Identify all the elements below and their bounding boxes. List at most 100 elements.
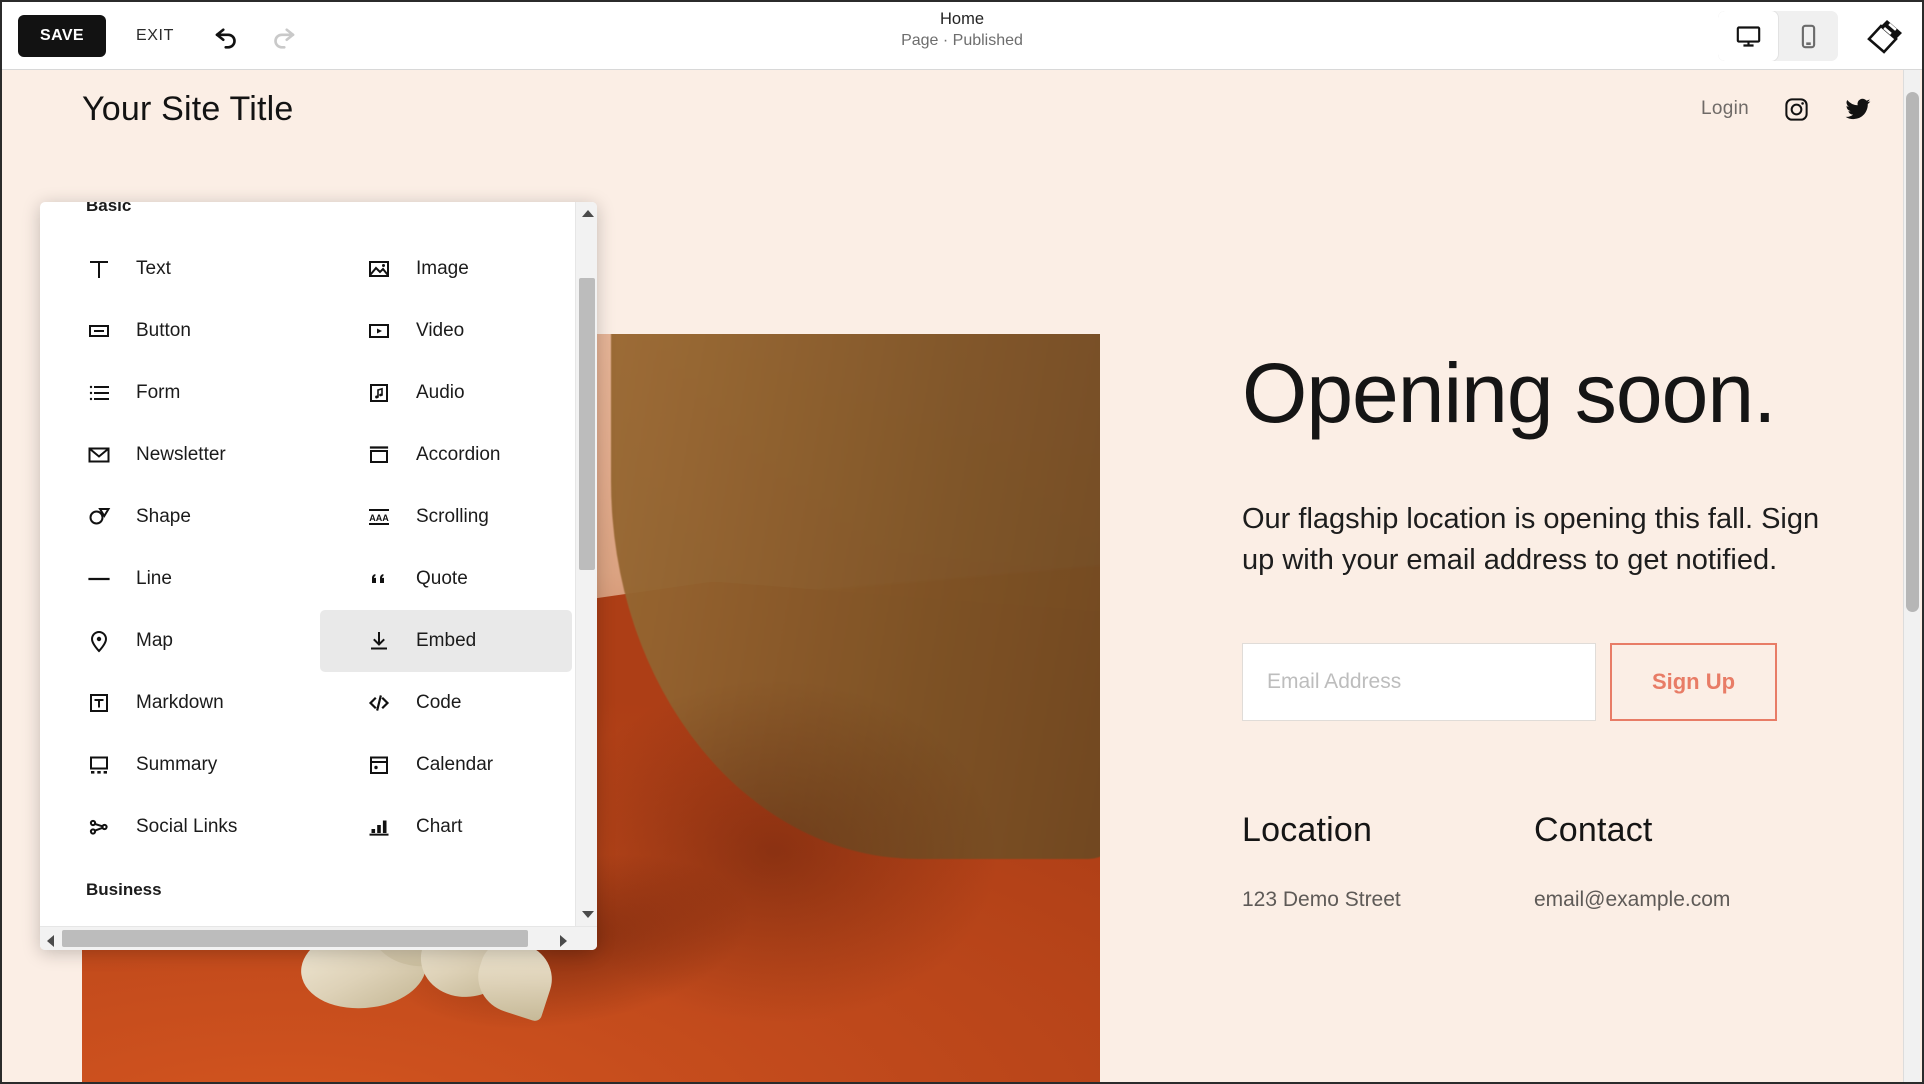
- desktop-monitor-icon: [1736, 25, 1760, 47]
- envelope-icon: [86, 442, 112, 468]
- social-links-icon: [86, 814, 112, 840]
- accordion-icon: [369, 446, 389, 463]
- block-item-video[interactable]: Video: [320, 300, 572, 362]
- scroll-left-arrow-icon[interactable]: [47, 935, 54, 947]
- scrolling-text-icon: AAA: [369, 509, 389, 525]
- block-picker-popover: Basic Text Image Button Video Form Audio Newsl…: [40, 202, 597, 950]
- block-item-button[interactable]: Button: [40, 300, 320, 362]
- map-pin-icon: [90, 631, 108, 653]
- block-item-chart[interactable]: Chart: [320, 796, 572, 858]
- block-item-label: Audio: [416, 382, 465, 403]
- save-button[interactable]: SAVE: [18, 14, 106, 57]
- form-list-icon: [89, 385, 109, 401]
- text-icon: [90, 261, 108, 278]
- instagram-icon: [1785, 97, 1808, 121]
- hero-copy: Opening soon. Our flagship location is o…: [1100, 148, 1922, 1082]
- scroll-up-arrow-icon[interactable]: [582, 210, 594, 217]
- block-item-map[interactable]: Map: [40, 610, 320, 672]
- shape-icon: [89, 508, 111, 525]
- block-item-label: Summary: [136, 754, 218, 775]
- site-nav: Login: [1701, 96, 1872, 123]
- block-item-label: Accordion: [416, 444, 501, 465]
- block-item-calendar[interactable]: Calendar: [320, 734, 572, 796]
- summary-icon: [86, 752, 112, 778]
- login-link[interactable]: Login: [1701, 98, 1749, 120]
- mobile-preview-button[interactable]: [1778, 11, 1838, 61]
- button-icon: [86, 318, 112, 344]
- block-item-image[interactable]: Image: [320, 238, 572, 300]
- info-column-heading: Contact: [1534, 811, 1653, 850]
- info-column-heading: Location: [1242, 811, 1373, 850]
- desktop-preview-button[interactable]: [1718, 11, 1778, 61]
- picker-horizontal-scrollbar[interactable]: [40, 926, 597, 950]
- block-item-label: Social Links: [136, 816, 238, 837]
- page-scrollbar-thumb[interactable]: [1906, 92, 1919, 612]
- scrolling-text-icon: AAA: [366, 504, 392, 530]
- redo-arrow-icon: [274, 27, 295, 49]
- chart-bar-icon: [369, 820, 389, 836]
- info-column: Location 123 Demo Street: [1242, 811, 1534, 912]
- page-scrollbar[interactable]: [1903, 70, 1920, 1082]
- block-item-code[interactable]: Code: [320, 672, 572, 734]
- block-item-audio[interactable]: Audio: [320, 362, 572, 424]
- picker-vertical-scrollbar[interactable]: [575, 202, 597, 926]
- accordion-icon: [366, 442, 392, 468]
- chart-bar-icon: [366, 814, 392, 840]
- image-icon: [366, 256, 392, 282]
- twitter-link[interactable]: [1844, 96, 1872, 123]
- block-item-form[interactable]: Form: [40, 362, 320, 424]
- envelope-icon: [88, 447, 110, 463]
- calendar-icon: [366, 752, 392, 778]
- scroll-down-arrow-icon[interactable]: [582, 911, 594, 918]
- block-item-quote[interactable]: Quote: [320, 548, 572, 610]
- text-icon: [86, 256, 112, 282]
- video-icon: [369, 324, 389, 338]
- block-item-shape[interactable]: Shape: [40, 486, 320, 548]
- block-item-label: Code: [416, 692, 462, 713]
- scroll-right-arrow-icon[interactable]: [560, 935, 567, 947]
- block-item-newsletter[interactable]: Newsletter: [40, 424, 320, 486]
- site-header: Your Site Title Login: [2, 70, 1922, 148]
- quote-icon: [372, 574, 384, 583]
- sign-up-button[interactable]: Sign Up: [1610, 643, 1777, 722]
- device-preview-toggle[interactable]: [1718, 11, 1838, 61]
- redo-button[interactable]: [264, 17, 302, 55]
- email-input[interactable]: [1242, 643, 1596, 722]
- block-item-label: Newsletter: [136, 444, 226, 465]
- info-column: Contact email@example.com: [1534, 811, 1826, 912]
- instagram-link[interactable]: [1783, 96, 1810, 123]
- style-editor-button[interactable]: [1862, 14, 1908, 58]
- code-icon: [368, 695, 390, 711]
- undo-button[interactable]: [208, 17, 246, 55]
- block-item-label: Quote: [416, 568, 468, 589]
- block-item-social-links[interactable]: Social Links: [40, 796, 320, 858]
- info-column-body: 123 Demo Street: [1242, 888, 1401, 912]
- code-icon: [366, 690, 392, 716]
- block-item-markdown[interactable]: Markdown: [40, 672, 320, 734]
- picker-vertical-scroll-thumb[interactable]: [579, 278, 595, 570]
- block-item-scrolling[interactable]: AAA Scrolling: [320, 486, 572, 548]
- block-item-label: Chart: [416, 816, 463, 837]
- block-item-label: Markdown: [136, 692, 224, 713]
- exit-button[interactable]: EXIT: [136, 27, 174, 45]
- block-item-line[interactable]: Line: [40, 548, 320, 610]
- block-item-accordion[interactable]: Accordion: [320, 424, 572, 486]
- site-editor-window: SAVE EXIT Home Page · Published Your Sit…: [0, 0, 1924, 1084]
- line-icon: [86, 566, 112, 592]
- paintbrush-icon: [1867, 20, 1902, 54]
- line-icon: [88, 577, 110, 581]
- embed-download-icon: [371, 632, 387, 650]
- block-item-label: Embed: [416, 630, 477, 651]
- markdown-icon: [86, 690, 112, 716]
- undo-arrow-icon: [215, 27, 236, 49]
- block-item-embed[interactable]: Embed: [320, 610, 572, 672]
- block-item-summary[interactable]: Summary: [40, 734, 320, 796]
- block-item-label: Button: [136, 320, 191, 341]
- newsletter-signup-form: Sign Up: [1242, 643, 1922, 722]
- audio-note-icon: [370, 384, 388, 402]
- group-label-business: Business: [86, 880, 162, 899]
- image-icon: [369, 261, 389, 277]
- picker-horizontal-scroll-thumb[interactable]: [62, 930, 528, 947]
- embed-download-icon: [366, 628, 392, 654]
- block-item-text[interactable]: Text: [40, 238, 320, 300]
